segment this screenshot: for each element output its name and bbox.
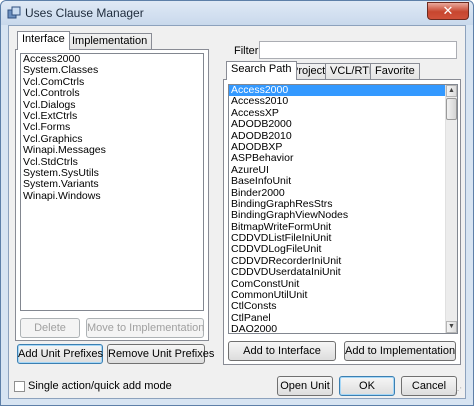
tab-label: Implementation <box>72 35 148 47</box>
tab-search-path[interactable]: Search Path <box>226 61 297 80</box>
single-action-checkbox[interactable] <box>14 381 25 392</box>
scroll-down-icon[interactable]: ▼ <box>446 321 457 333</box>
interface-tab-panel: Access2000 System.Classes Vcl.ComCtrls Vcl.… <box>15 49 209 341</box>
add-to-implementation-button[interactable]: Add to Implementation <box>344 341 456 361</box>
tab-implementation[interactable]: Implementation <box>67 33 153 50</box>
scroll-up-icon[interactable]: ▲ <box>446 85 457 97</box>
uses-clause-manager-window: Uses Clause Manager ✕ Interface Implemen… <box>0 0 474 406</box>
remove-unit-prefixes-button[interactable]: Remove Unit Prefixes <box>107 344 214 364</box>
list-item[interactable]: DAO2000 <box>229 323 445 333</box>
single-action-label: Single action/quick add mode <box>28 380 172 392</box>
list-item[interactable]: BindingGraphViewNodes <box>229 209 445 221</box>
ok-button[interactable]: OK <box>339 376 395 396</box>
tab-label: VCL/RTL <box>330 65 376 77</box>
cancel-button[interactable]: Cancel <box>401 376 457 396</box>
tab-label: Search Path <box>231 63 292 75</box>
add-unit-prefixes-button[interactable]: Add Unit Prefixes <box>17 344 103 364</box>
search-path-units-list[interactable]: Access2000 Access2010 AccessXP ADODB2000 ADO… <box>228 84 458 334</box>
uses-clause-icon <box>7 6 21 19</box>
list-item[interactable]: Winapi.Windows <box>21 190 203 202</box>
scroll-thumb[interactable] <box>446 98 457 120</box>
interface-units-list[interactable]: Access2000 System.Classes Vcl.ComCtrls Vcl.… <box>20 53 204 311</box>
dialog-client-area: Interface Implementation Access2000 Syste… <box>8 25 466 399</box>
filter-label: Filter <box>234 45 259 57</box>
delete-button[interactable]: Delete <box>20 318 80 338</box>
open-unit-button[interactable]: Open Unit <box>277 376 333 396</box>
tab-label: Favorite <box>375 65 415 77</box>
list-item[interactable]: BaseInfoUnit <box>229 175 445 187</box>
search-path-tab-panel: Access2000 Access2010 AccessXP ADODB2000 ADO… <box>223 79 461 365</box>
list-item[interactable]: System.Variants <box>21 178 203 190</box>
list-item[interactable]: Vcl.Controls <box>21 87 203 99</box>
title-bar[interactable]: Uses Clause Manager ✕ <box>1 1 473 25</box>
filter-input[interactable] <box>259 41 457 59</box>
search-list-scrollbar[interactable]: ▲ ▼ <box>445 85 457 333</box>
close-icon: ✕ <box>442 3 454 18</box>
window-title: Uses Clause Manager <box>25 6 144 20</box>
resize-grip-icon[interactable]: ⋰ <box>454 387 464 397</box>
tab-favorite[interactable]: Favorite <box>370 63 420 80</box>
tab-label: Interface <box>22 33 65 45</box>
add-to-interface-button[interactable]: Add to Interface <box>228 341 336 361</box>
list-item[interactable]: CDDVDUserdataIniUnit <box>229 266 445 278</box>
list-item[interactable]: Winapi.Messages <box>21 144 203 156</box>
list-item[interactable]: ADODB2000 <box>229 118 445 130</box>
move-to-implementation-button[interactable]: Move to Implementation <box>86 318 204 338</box>
tab-interface[interactable]: Interface <box>17 31 70 50</box>
search-path-items: Access2000 Access2010 AccessXP ADODB2000 ADO… <box>229 85 445 333</box>
close-button[interactable]: ✕ <box>427 2 469 20</box>
